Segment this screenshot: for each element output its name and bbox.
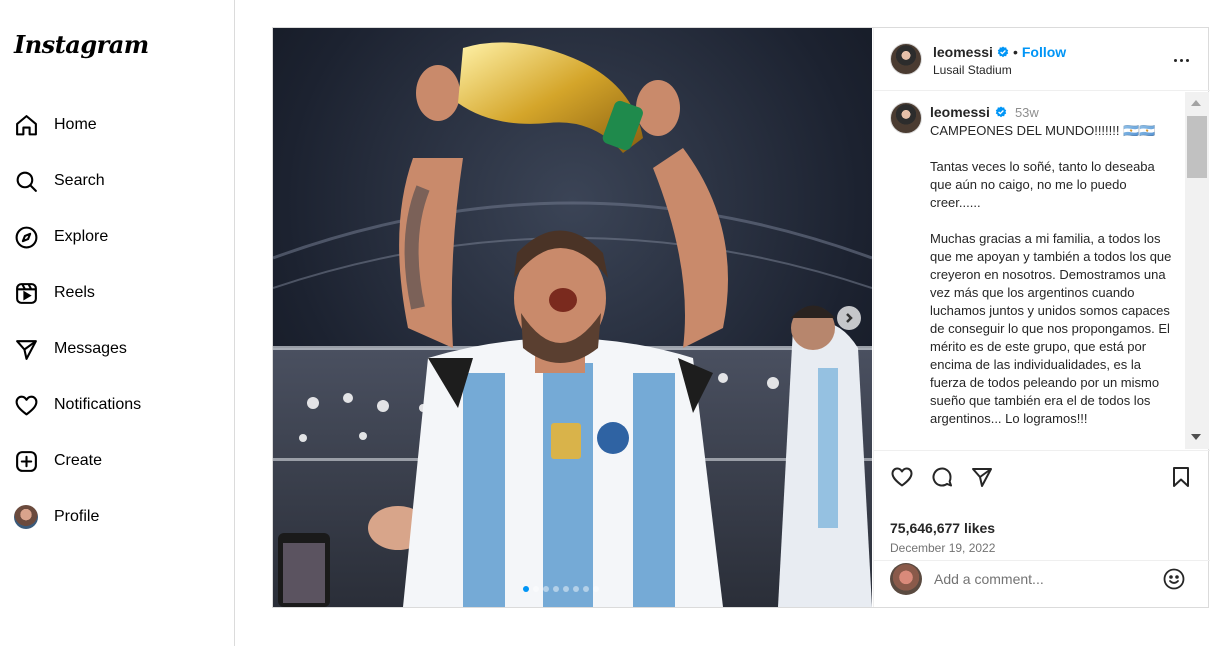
sidebar-item-explore[interactable]: Explore — [0, 212, 234, 262]
share-button[interactable] — [970, 465, 996, 491]
plus-square-icon — [13, 448, 39, 474]
comments-scrollbar[interactable] — [1185, 92, 1209, 449]
post-modal: leomessi • Follow Lusail Stadium leomess… — [272, 27, 1210, 608]
heart-icon — [891, 467, 913, 487]
carousel-dot — [533, 586, 539, 592]
scroll-up-arrow-icon[interactable] — [1191, 100, 1201, 106]
follow-button[interactable]: Follow — [1022, 44, 1066, 60]
emoji-icon — [1163, 568, 1185, 590]
sidebar-item-label: Reels — [54, 284, 95, 301]
verified-badge-icon — [997, 46, 1009, 58]
carousel-dot — [573, 586, 579, 592]
like-count[interactable]: 75,646,677 likes — [890, 520, 995, 536]
viewer-avatar — [890, 563, 922, 595]
caption-author-username[interactable]: leomessi — [930, 104, 990, 120]
instagram-logo[interactable]: Instagram — [14, 30, 149, 59]
sidebar-item-label: Search — [54, 172, 105, 189]
post-header: leomessi • Follow Lusail Stadium — [874, 28, 1210, 91]
carousel-next-button[interactable] — [837, 306, 861, 330]
carousel-dot — [563, 586, 569, 592]
separator-dot: • — [1012, 44, 1018, 60]
heart-icon — [13, 392, 39, 418]
sidebar-item-reels[interactable]: Reels — [0, 268, 234, 318]
carousel-dot — [583, 586, 589, 592]
post-location[interactable]: Lusail Stadium — [933, 63, 1012, 77]
carousel-indicator — [523, 586, 599, 592]
paper-plane-icon — [972, 468, 992, 487]
caption-author-avatar[interactable] — [890, 102, 922, 134]
sidebar: Instagram Home Search Explore Reels Mess… — [0, 0, 235, 646]
post-image[interactable] — [273, 28, 872, 607]
comment-input[interactable] — [934, 568, 1154, 590]
reels-icon — [13, 280, 39, 306]
stadium-photo — [273, 28, 872, 607]
sidebar-item-label: Messages — [54, 340, 127, 357]
carousel-dot — [553, 586, 559, 592]
sidebar-item-label: Profile — [54, 508, 100, 525]
author-avatar[interactable] — [890, 43, 922, 75]
caption-text: CAMPEONES DEL MUNDO!!!!!!! 🇦🇷🇦🇷 Tantas v… — [930, 123, 1172, 426]
bookmark-icon — [1173, 467, 1189, 487]
compass-icon — [13, 224, 39, 250]
verified-badge-icon — [995, 106, 1007, 118]
sidebar-item-label: Notifications — [54, 396, 142, 413]
scrollbar-thumb[interactable] — [1187, 116, 1207, 178]
post-age[interactable]: 53w — [1015, 105, 1039, 120]
add-comment-bar — [874, 560, 1210, 607]
author-line: leomessi • Follow — [933, 44, 1066, 60]
more-dots-icon — [1173, 58, 1177, 62]
sidebar-item-label: Home — [54, 116, 97, 133]
carousel-dot — [593, 586, 599, 592]
post-actions: 75,646,677 likes December 19, 2022 — [874, 450, 1210, 560]
comment-icon — [932, 467, 952, 487]
sidebar-item-profile[interactable]: Profile — [0, 492, 234, 542]
sidebar-item-label: Explore — [54, 228, 109, 245]
sidebar-item-label: Create — [54, 452, 103, 469]
chevron-right-icon — [846, 313, 853, 323]
author-username[interactable]: leomessi — [933, 44, 993, 60]
more-options-button[interactable] — [1171, 50, 1191, 70]
post-details: leomessi • Follow Lusail Stadium leomess… — [873, 28, 1210, 607]
comments-area: leomessi 53w CAMPEONES DEL MUNDO!!!!!!! … — [874, 92, 1210, 449]
save-button[interactable] — [1169, 465, 1195, 491]
comment-button[interactable] — [930, 465, 956, 491]
home-icon — [13, 112, 39, 138]
scroll-down-arrow-icon[interactable] — [1191, 434, 1201, 440]
post-date[interactable]: December 19, 2022 — [890, 541, 995, 555]
paper-plane-icon — [13, 336, 39, 362]
sidebar-item-create[interactable]: Create — [0, 436, 234, 486]
sidebar-item-search[interactable]: Search — [0, 156, 234, 206]
sidebar-item-home[interactable]: Home — [0, 100, 234, 150]
caption-header: leomessi 53w — [930, 104, 1039, 120]
sidebar-item-messages[interactable]: Messages — [0, 324, 234, 374]
carousel-dot — [543, 586, 549, 592]
emoji-button[interactable] — [1162, 567, 1186, 591]
profile-avatar — [13, 504, 39, 530]
search-icon — [13, 168, 39, 194]
carousel-dot — [523, 586, 529, 592]
sidebar-item-notifications[interactable]: Notifications — [0, 380, 234, 430]
like-button[interactable] — [890, 465, 916, 491]
